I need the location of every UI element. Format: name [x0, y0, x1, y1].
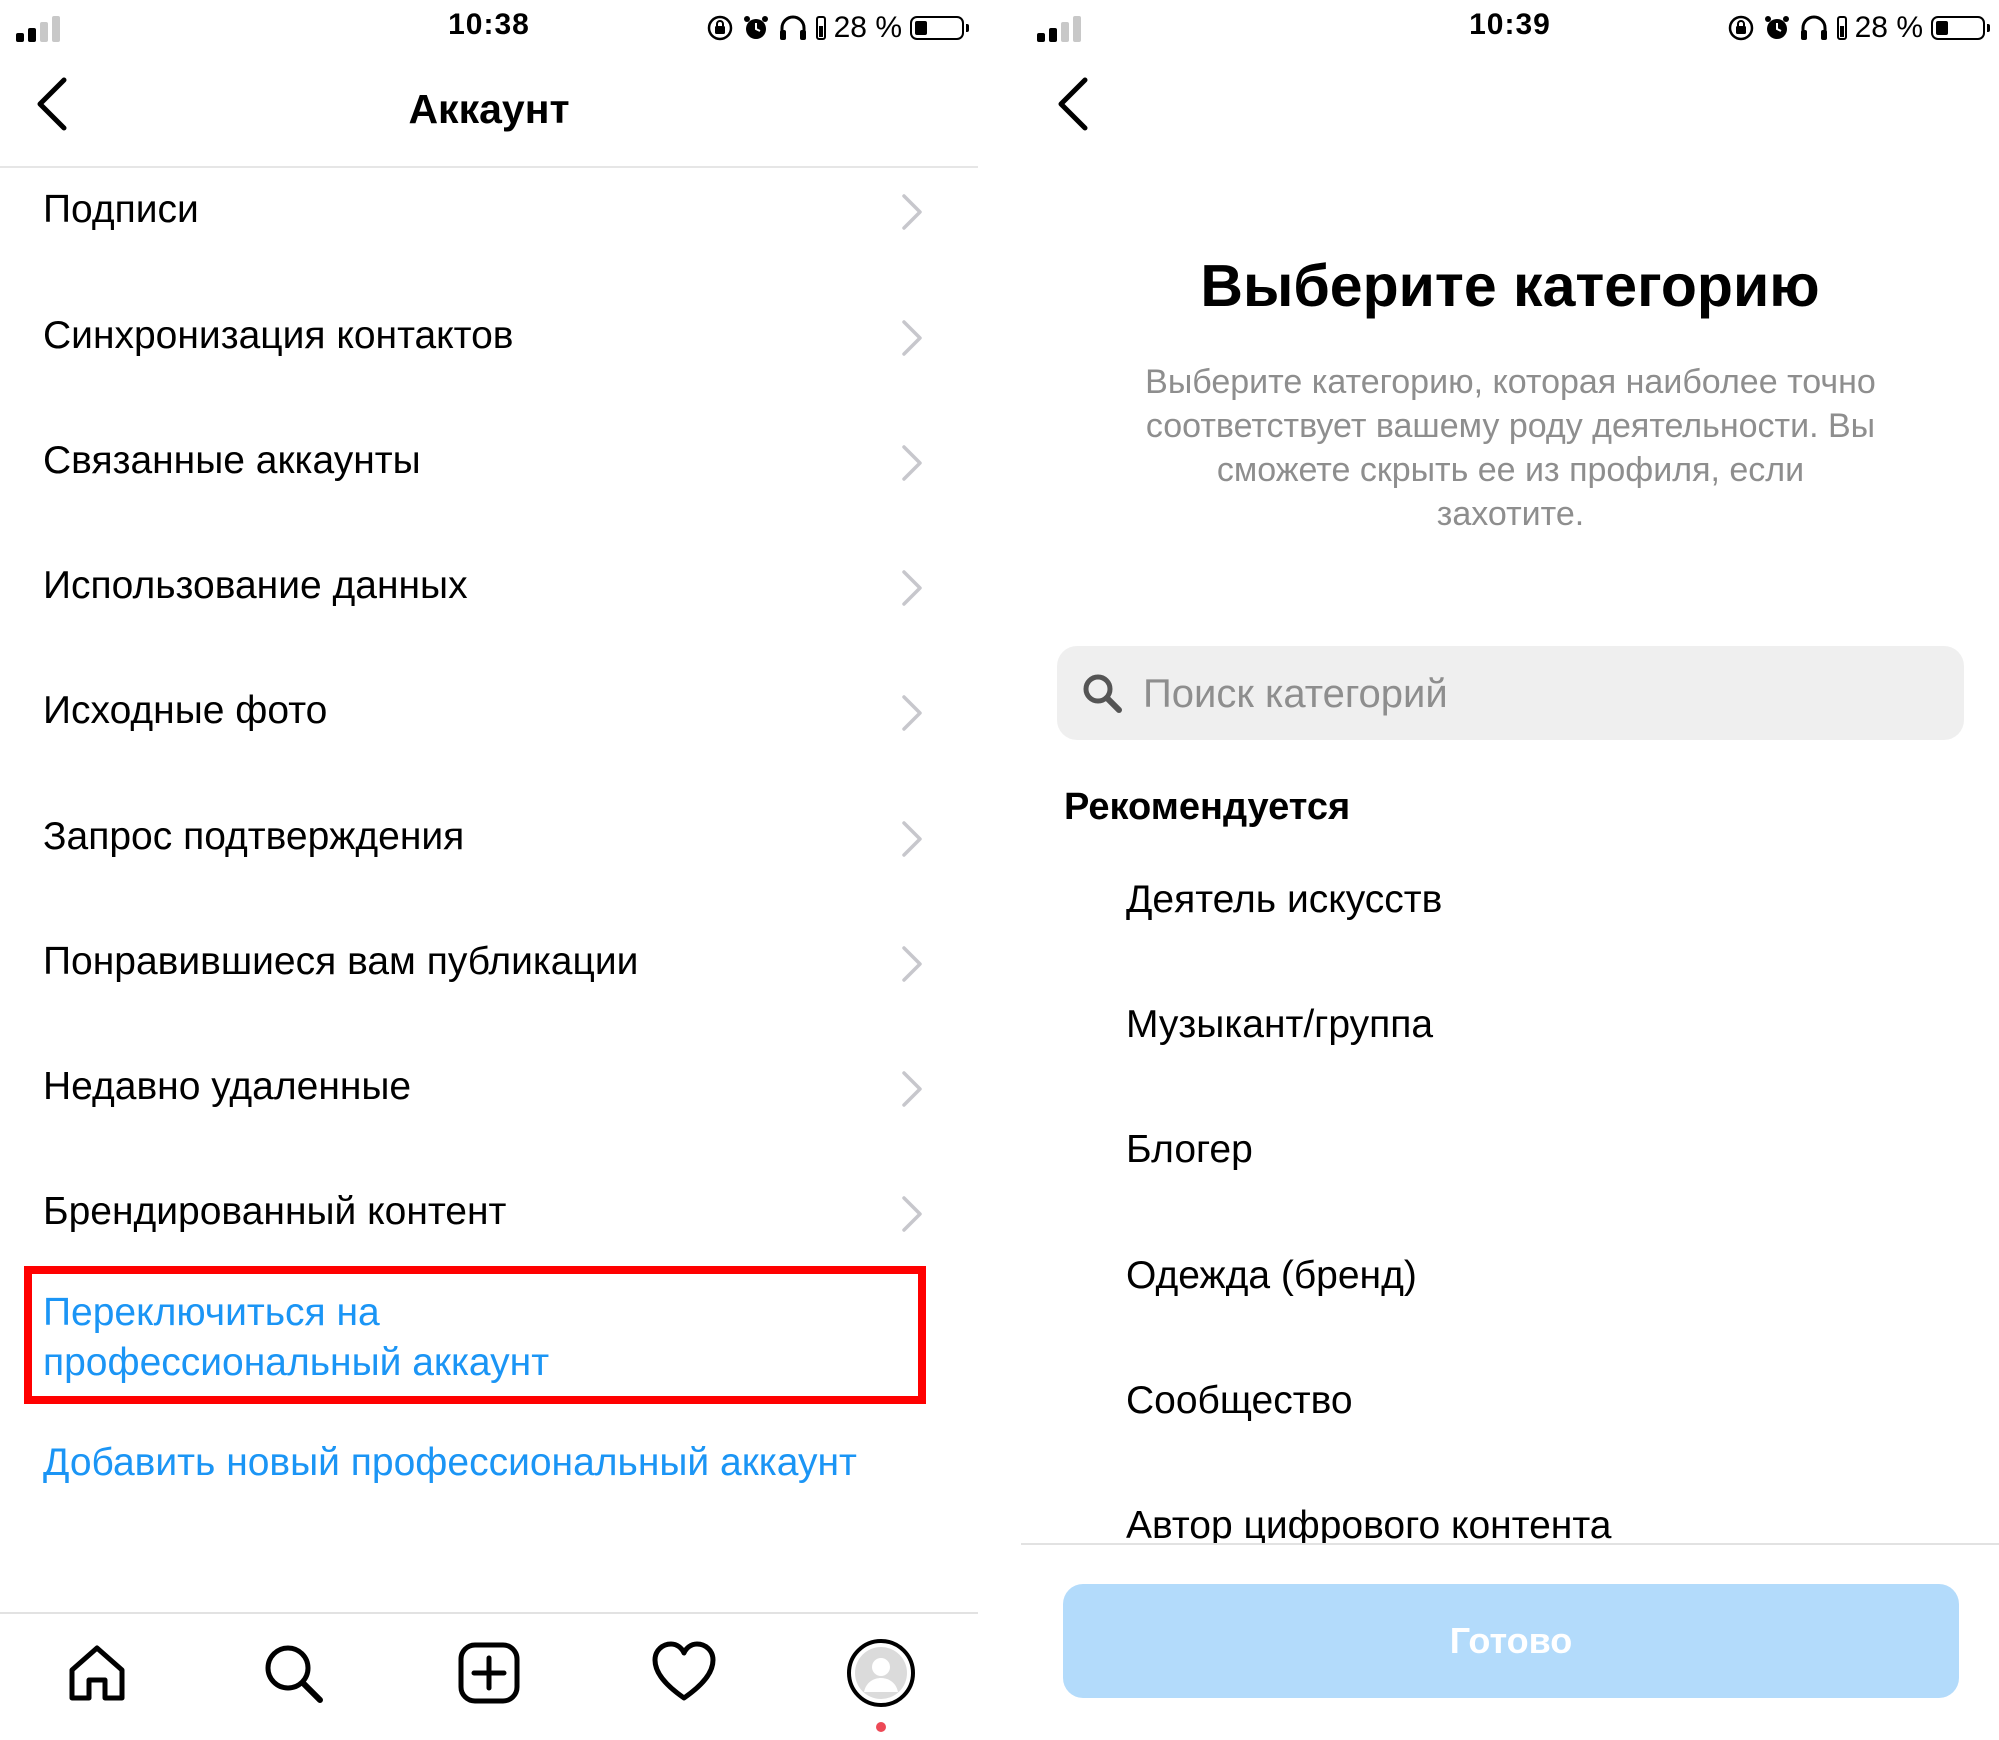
done-button[interactable]: Готово [1063, 1584, 1959, 1698]
battery-percent: 28 % [833, 11, 902, 44]
battery-icon [910, 16, 969, 40]
alarm-clock-icon [743, 16, 768, 39]
status-bar: 10:38 28 % [0, 0, 978, 56]
battery-percent: 28 % [1854, 11, 1923, 44]
chevron-right-icon [902, 1071, 922, 1107]
profile-avatar-icon[interactable] [846, 1638, 916, 1708]
switch-to-professional-link[interactable]: Переключиться на профессиональный аккаун… [43, 1288, 549, 1388]
category-item[interactable]: Автор цифрового контента [1126, 1504, 1611, 1543]
battery-fill [915, 21, 927, 35]
chevron-right-icon [902, 320, 922, 356]
category-item[interactable]: Одежда (бренд) [1126, 1254, 1417, 1298]
panel-gap [978, 0, 1021, 1740]
tabbar-divider [0, 1612, 978, 1614]
page-title: Выберите категорию [1200, 253, 1820, 319]
category-item[interactable]: Блогер [1126, 1128, 1253, 1172]
section-heading-recommended: Рекомендуется [1064, 786, 1351, 828]
chevron-right-icon [902, 570, 922, 606]
menu-item-request-verification[interactable]: Запрос подтверждения [0, 787, 978, 887]
search-icon[interactable] [260, 1640, 326, 1706]
notification-dot [876, 1722, 886, 1732]
status-bar: 10:39 28 % [1021, 0, 1999, 56]
menu-item-label: Синхронизация контактов [43, 314, 514, 357]
alarm-clock-icon [1764, 16, 1789, 39]
menu-item-original-photos[interactable]: Исходные фото [0, 661, 978, 761]
page-title: Аккаунт [408, 86, 570, 132]
account-settings-screen: 10:38 28 % Аккаунт Подписи Синхронизация… [0, 0, 978, 1740]
switch-link-line-1: Переключиться на [43, 1291, 380, 1334]
chevron-right-icon [902, 1196, 922, 1232]
menu-item-label: Исходные фото [43, 689, 328, 732]
home-icon[interactable] [64, 1640, 130, 1706]
new-post-icon[interactable] [456, 1640, 522, 1706]
category-list: Деятель искусств Музыкант/группа Блогер … [1021, 850, 1999, 1543]
chevron-right-icon [902, 445, 922, 481]
battery-icon [1931, 16, 1990, 40]
back-chevron-icon[interactable] [1049, 72, 1101, 136]
menu-item-label: Брендированный контент [43, 1190, 507, 1233]
menu-item-data-usage[interactable]: Использование данных [0, 536, 978, 636]
headphones-icon [1800, 15, 1827, 40]
search-icon [1083, 674, 1122, 713]
menu-item-signatures[interactable]: Подписи [0, 160, 978, 260]
footer-divider [1021, 1543, 1999, 1545]
chevron-right-icon [902, 194, 922, 230]
orientation-lock-icon [707, 15, 732, 41]
menu-item-label: Недавно удаленные [43, 1065, 412, 1108]
category-search-box[interactable] [1057, 646, 1964, 740]
category-item[interactable]: Музыкант/группа [1126, 1003, 1433, 1047]
menu-item-liked-posts[interactable]: Понравившиеся вам публикации [0, 912, 978, 1012]
orientation-lock-icon [1728, 15, 1753, 41]
menu-item-linked-accounts[interactable]: Связанные аккаунты [0, 411, 978, 511]
menu-item-recently-deleted[interactable]: Недавно удаленные [0, 1037, 978, 1137]
chevron-right-icon [902, 695, 922, 731]
activity-heart-icon[interactable] [651, 1640, 717, 1706]
switch-link-line-2: профессиональный аккаунт [43, 1341, 550, 1384]
page-description: Выберите категорию, которая наиболее точ… [1145, 363, 1876, 533]
menu-item-label: Связанные аккаунты [43, 439, 421, 482]
chevron-right-icon [902, 946, 922, 982]
screenshot-composite: 10:38 28 % Аккаунт Подписи Синхронизация… [0, 0, 1999, 1740]
menu-item-label: Запрос подтверждения [43, 815, 465, 858]
category-item[interactable]: Деятель искусств [1126, 878, 1442, 922]
menu-item-label: Понравившиеся вам публикации [43, 940, 639, 983]
menu-item-label: Подписи [43, 188, 199, 231]
category-item[interactable]: Сообщество [1126, 1379, 1353, 1423]
headphone-battery-icon [1836, 16, 1847, 40]
battery-fill [1936, 21, 1948, 35]
menu-item-branded-content[interactable]: Брендированный контент [0, 1162, 978, 1262]
chevron-right-icon [902, 821, 922, 857]
headphones-icon [779, 15, 806, 40]
headphone-battery-icon [815, 16, 826, 40]
menu-item-label: Использование данных [43, 564, 468, 607]
category-search-input[interactable] [1141, 658, 1945, 730]
choose-category-screen: 10:39 28 % Выберите категорию Выберите к… [1021, 0, 1999, 1740]
add-professional-account-link[interactable]: Добавить новый профессиональный аккаунт [43, 1438, 857, 1488]
menu-item-contact-sync[interactable]: Синхронизация контактов [0, 286, 978, 386]
